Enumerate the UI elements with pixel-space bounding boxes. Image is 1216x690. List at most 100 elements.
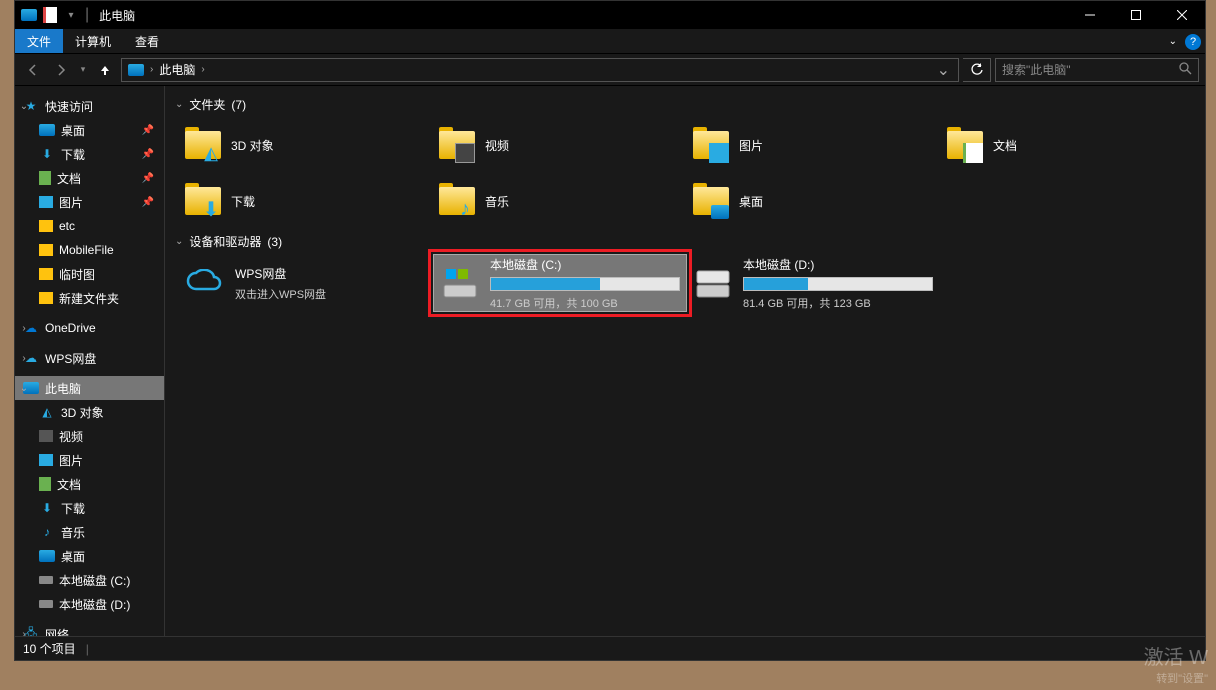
chevron-down-icon[interactable]: ⌄ (17, 101, 31, 112)
drive-fill (744, 278, 808, 290)
folder-icon (437, 125, 477, 165)
drive-wps[interactable]: WPS网盘 双击进入WPS网盘 (179, 254, 433, 312)
this-pc-icon (19, 5, 39, 25)
sidebar-item-label: 文档 (57, 476, 81, 493)
desktop-icon (39, 124, 55, 136)
sidebar-item-tempimg[interactable]: 临时图 (15, 262, 164, 286)
sidebar-wpscloud[interactable]: › ☁ WPS网盘 (15, 346, 164, 370)
sidebar-item-drive-d[interactable]: 本地磁盘 (D:) (15, 592, 164, 616)
sidebar-item-label: etc (59, 219, 75, 233)
sidebar-item-drive-c[interactable]: 本地磁盘 (C:) (15, 568, 164, 592)
folder-documents[interactable]: 文档 (941, 117, 1195, 173)
drives-grid: WPS网盘 双击进入WPS网盘 本地磁盘 (C:) (171, 254, 1205, 312)
titlebar: ▾ | 此电脑 (15, 1, 1205, 29)
sidebar-item-videos[interactable]: 视频 (15, 424, 164, 448)
address-location[interactable]: 此电脑 (155, 59, 199, 81)
qat-dropdown-icon[interactable]: ▾ (61, 5, 81, 25)
sidebar-item-newfolder[interactable]: 新建文件夹 (15, 286, 164, 310)
drive-subtext: 81.4 GB 可用，共 123 GB (743, 295, 935, 311)
qat-document-icon[interactable] (43, 7, 57, 23)
3d-icon: ◭ (39, 404, 55, 420)
sidebar-item-3dobjects[interactable]: ◭ 3D 对象 (15, 400, 164, 424)
search-box[interactable]: 搜索"此电脑" (995, 58, 1199, 82)
sidebar-item-label: 网络 (45, 626, 69, 637)
address-separator[interactable]: › (148, 64, 155, 75)
sidebar-item-pictures[interactable]: 图片 📌 (15, 190, 164, 214)
nav-up-button[interactable] (93, 58, 117, 82)
folder-desktop[interactable]: 桌面 (687, 173, 941, 229)
folder-3d-objects[interactable]: ◭ 3D 对象 (179, 117, 433, 173)
refresh-button[interactable] (963, 58, 991, 82)
drive-icon (39, 600, 53, 608)
sidebar-item-downloads[interactable]: ⬇ 下载 (15, 496, 164, 520)
group-label: 设备和驱动器 (189, 233, 261, 250)
folder-icon (945, 125, 985, 165)
group-header-folders[interactable]: ⌄ 文件夹 (7) (171, 92, 1205, 117)
nav-history-dropdown[interactable]: ▾ (77, 58, 89, 82)
sidebar-item-documents[interactable]: 文档 📌 (15, 166, 164, 190)
folder-icon (39, 268, 53, 280)
sidebar-item-desktop[interactable]: 桌面 📌 (15, 118, 164, 142)
sidebar-item-music[interactable]: ♪ 音乐 (15, 520, 164, 544)
folder-music[interactable]: ♪ 音乐 (433, 173, 687, 229)
ribbon-tab-view[interactable]: 查看 (123, 29, 171, 53)
ribbon-tab-computer[interactable]: 计算机 (63, 29, 123, 53)
group-header-drives[interactable]: ⌄ 设备和驱动器 (3) (171, 229, 1205, 254)
sidebar-item-label: 图片 (59, 452, 83, 469)
minimize-button[interactable] (1067, 1, 1113, 29)
sidebar-item-downloads[interactable]: ⬇ 下载 📌 (15, 142, 164, 166)
ribbon-tab-file[interactable]: 文件 (15, 29, 63, 53)
chevron-right-icon[interactable]: › (17, 629, 31, 637)
drive-capacity-bar (743, 277, 933, 291)
cloud-icon (185, 263, 225, 303)
folder-icon: ⬇ (183, 181, 223, 221)
sidebar-network[interactable]: › 🖧 网络 (15, 622, 164, 636)
folder-label: 3D 对象 (231, 137, 274, 154)
music-icon: ♪ (39, 524, 55, 540)
chevron-down-icon: ⌄ (175, 99, 183, 110)
folder-label: 桌面 (739, 193, 763, 210)
sidebar-item-etc[interactable]: etc (15, 214, 164, 238)
titlebar-separator: | (85, 6, 89, 24)
nav-back-button[interactable] (21, 58, 45, 82)
sidebar-item-pictures[interactable]: 图片 (15, 448, 164, 472)
drive-icon (39, 576, 53, 584)
drive-icon (693, 263, 733, 303)
sidebar-item-mobilefile[interactable]: MobileFile (15, 238, 164, 262)
address-dropdown-icon[interactable]: ⌄ (931, 60, 956, 80)
window-title: 此电脑 (99, 7, 135, 24)
chevron-right-icon[interactable]: › (17, 323, 31, 334)
ribbon-expand-icon[interactable]: ⌄ (1169, 36, 1177, 47)
status-item-count: 10 个项目 (23, 640, 76, 657)
chevron-right-icon[interactable]: › (17, 353, 31, 364)
folder-videos[interactable]: 视频 (433, 117, 687, 173)
sidebar-item-label: 下载 (61, 500, 85, 517)
sidebar-this-pc[interactable]: ⌄ 此电脑 (15, 376, 164, 400)
drive-d[interactable]: 本地磁盘 (D:) 81.4 GB 可用，共 123 GB (687, 254, 941, 312)
folder-icon (39, 244, 53, 256)
close-button[interactable] (1159, 1, 1205, 29)
drive-name: 本地磁盘 (C:) (490, 256, 680, 273)
sidebar-onedrive[interactable]: › ☁ OneDrive (15, 316, 164, 340)
document-icon (39, 171, 51, 185)
nav-forward-button[interactable] (49, 58, 73, 82)
address-bar[interactable]: › 此电脑 › ⌄ (121, 58, 959, 82)
group-count: (7) (231, 98, 246, 112)
address-separator-2[interactable]: › (199, 64, 206, 75)
maximize-button[interactable] (1113, 1, 1159, 29)
folder-downloads[interactable]: ⬇ 下载 (179, 173, 433, 229)
folder-pictures[interactable]: 图片 (687, 117, 941, 173)
drive-name: 本地磁盘 (D:) (743, 256, 935, 273)
sidebar-quick-access[interactable]: ⌄ ★ 快速访问 (15, 94, 164, 118)
desktop-icon (39, 550, 55, 562)
help-icon[interactable]: ? (1185, 34, 1201, 50)
folder-icon: ♪ (437, 181, 477, 221)
chevron-down-icon[interactable]: ⌄ (17, 383, 31, 394)
sidebar-item-desktop[interactable]: 桌面 (15, 544, 164, 568)
folder-label: 视频 (485, 137, 509, 154)
sidebar-item-documents[interactable]: 文档 (15, 472, 164, 496)
sidebar-item-label: 临时图 (59, 266, 95, 283)
drive-c[interactable]: 本地磁盘 (C:) 41.7 GB 可用，共 100 GB (433, 254, 687, 312)
content-area: ⌄ 文件夹 (7) ◭ 3D 对象 视频 (165, 86, 1205, 636)
sidebar-item-label: 新建文件夹 (59, 290, 119, 307)
